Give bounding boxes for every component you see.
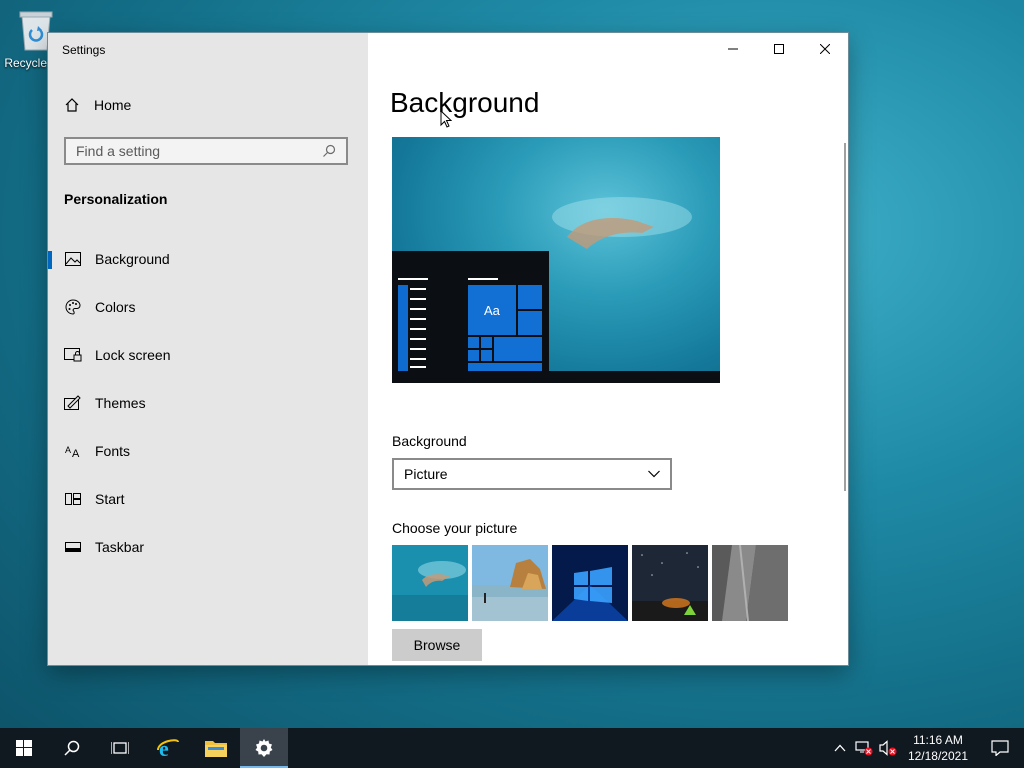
home-nav-item[interactable]: Home [64, 97, 131, 113]
svg-text:A: A [65, 445, 71, 455]
show-hidden-icons-button[interactable] [828, 728, 852, 768]
background-label: Background [392, 433, 467, 449]
internet-explorer-button[interactable]: e [144, 728, 192, 768]
search-placeholder: Find a setting [76, 143, 161, 159]
start-icon [64, 490, 82, 508]
gear-icon [255, 739, 273, 757]
system-tray: 11:16 AM 12/18/2021 [828, 728, 1024, 768]
folder-icon [205, 741, 227, 757]
search-icon [64, 740, 80, 756]
sidebar-item-label: Fonts [95, 443, 131, 459]
close-icon [820, 44, 830, 54]
themes-icon [64, 394, 82, 412]
sidebar-item-start[interactable]: Start [48, 475, 368, 523]
network-status-button[interactable] [852, 728, 876, 768]
file-explorer-button[interactable] [192, 728, 240, 768]
picture-thumbnail[interactable] [552, 545, 628, 621]
task-view-icon [111, 742, 129, 754]
svg-text:e: e [159, 736, 169, 760]
choose-picture-label: Choose your picture [392, 520, 518, 536]
task-view-button[interactable] [96, 728, 144, 768]
sidebar-item-label: Background [95, 251, 170, 267]
sidebar-item-label: Themes [95, 395, 146, 411]
background-preview: Aa [392, 137, 720, 383]
home-icon [65, 98, 79, 112]
lock-screen-icon [64, 346, 82, 364]
action-center-button[interactable] [976, 728, 1024, 768]
chevron-up-icon [834, 744, 846, 752]
volume-button[interactable] [876, 728, 900, 768]
close-button[interactable] [802, 33, 848, 65]
notification-icon [991, 740, 1009, 756]
taskbar: e 11:16 AM 12/18/2021 [0, 728, 1024, 768]
search-icon [323, 144, 336, 157]
mouse-cursor-icon [440, 110, 452, 128]
minimize-icon [728, 48, 738, 50]
picture-thumbnails [392, 545, 788, 621]
settings-taskbar-button[interactable] [240, 728, 288, 768]
taskbar-icon [64, 538, 82, 556]
page-title: Background [390, 87, 540, 118]
picture-thumbnail[interactable] [712, 545, 788, 621]
network-disconnected-icon [855, 741, 873, 756]
clock[interactable]: 11:16 AM 12/18/2021 [900, 732, 976, 764]
sidebar-item-label: Start [95, 491, 125, 507]
sidebar-item-taskbar[interactable]: Taskbar [48, 523, 368, 571]
clock-time: 11:16 AM [913, 733, 963, 747]
sidebar-item-lock-screen[interactable]: Lock screen [48, 331, 368, 379]
picture-icon [64, 250, 82, 268]
sidebar-item-colors[interactable]: Colors [48, 283, 368, 331]
sidebar-item-themes[interactable]: Themes [48, 379, 368, 427]
sidebar-item-background[interactable]: Background [48, 235, 368, 283]
volume-muted-icon [879, 740, 897, 756]
svg-text:A: A [72, 448, 80, 458]
search-input[interactable]: Find a setting [64, 137, 348, 165]
section-title: Personalization [64, 191, 168, 207]
picture-thumbnail[interactable] [472, 545, 548, 621]
sidebar-item-label: Colors [95, 299, 136, 315]
chevron-down-icon [648, 470, 660, 478]
dropdown-value: Picture [404, 466, 448, 482]
picture-thumbnail[interactable] [392, 545, 468, 621]
window-title: Settings [62, 43, 106, 57]
sidebar-item-label: Lock screen [95, 347, 171, 363]
palette-icon [64, 298, 82, 316]
minimize-button[interactable] [710, 33, 756, 65]
window-controls [710, 33, 848, 65]
browse-button[interactable]: Browse [392, 629, 482, 661]
content-scrollbar[interactable] [844, 143, 846, 491]
sidebar-item-fonts[interactable]: AA Fonts [48, 427, 368, 475]
windows-logo-icon [16, 740, 32, 756]
maximize-button[interactable] [756, 33, 802, 65]
maximize-icon [774, 44, 784, 54]
home-label: Home [94, 97, 132, 113]
sidebar-nav: Background Colors Lock screen Themes A A… [48, 235, 368, 571]
background-type-dropdown[interactable]: Picture [392, 458, 672, 490]
clock-date: 12/18/2021 [907, 749, 968, 763]
internet-explorer-icon: e [157, 736, 179, 760]
fonts-icon: AA [64, 442, 82, 460]
sidebar: Settings Home Find a setting Personaliza… [48, 33, 368, 665]
sidebar-item-label: Taskbar [95, 539, 145, 555]
picture-thumbnail[interactable] [632, 545, 708, 621]
start-button[interactable] [0, 728, 48, 768]
preview-sample-text: Aa [484, 303, 500, 318]
search-button[interactable] [48, 728, 96, 768]
